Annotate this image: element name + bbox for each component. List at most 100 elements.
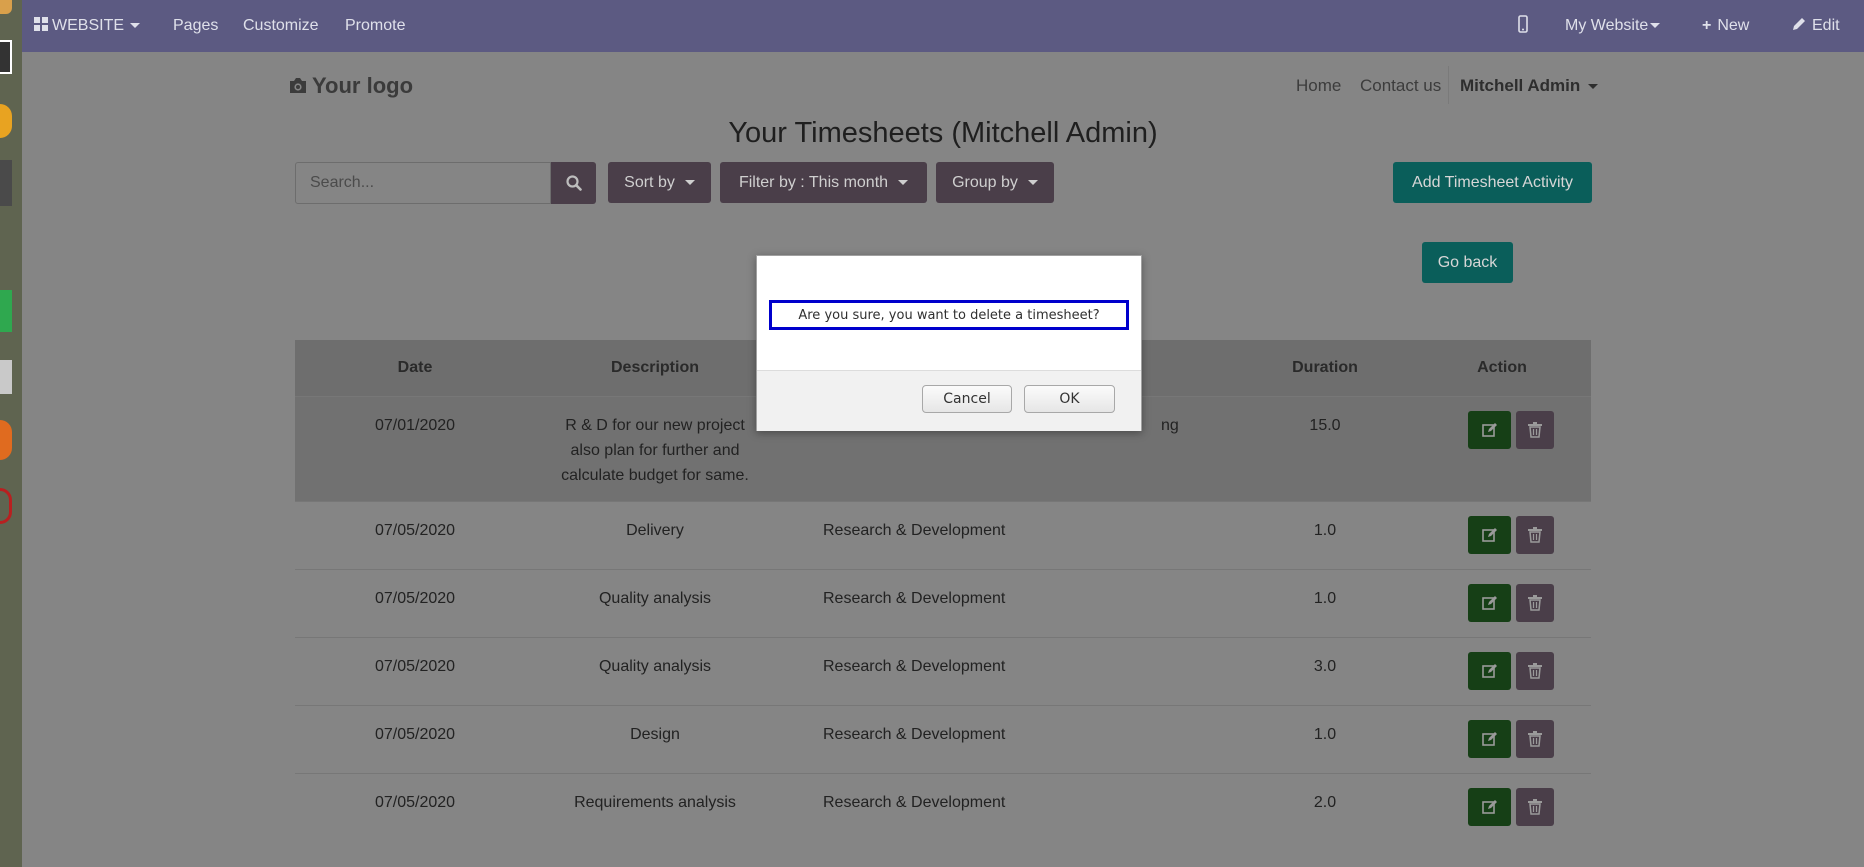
nav-home[interactable]: Home <box>1296 76 1341 96</box>
new-content-button[interactable]: + New <box>1702 17 1749 35</box>
launcher-app-icon[interactable] <box>0 160 12 206</box>
launcher-dock <box>0 0 22 867</box>
go-back-button[interactable]: Go back <box>1422 242 1513 283</box>
row-duration: 1.0 <box>1313 726 1337 743</box>
filter-by-dropdown[interactable]: Filter by : This month <box>720 162 927 203</box>
trash-icon <box>1528 527 1542 543</box>
mobile-phone-icon <box>1518 15 1528 33</box>
sort-by-dropdown[interactable]: Sort by <box>608 162 711 203</box>
launcher-app-icon[interactable] <box>0 420 12 460</box>
filter-by-label: Filter by : This month <box>738 173 889 191</box>
trash-icon <box>1528 595 1542 611</box>
edit-button[interactable] <box>1468 516 1511 554</box>
mobile-preview-button[interactable] <box>1518 15 1528 38</box>
search-button[interactable] <box>551 162 596 204</box>
edit-button[interactable] <box>1468 652 1511 690</box>
plus-icon: + <box>1702 17 1712 34</box>
header-action: Action <box>1477 359 1527 376</box>
edit-page-button[interactable]: Edit <box>1792 17 1840 35</box>
row-description: R & D for our new project also plan for … <box>515 413 795 488</box>
dialog-footer: Cancel OK <box>757 370 1141 431</box>
group-by-dropdown[interactable]: Group by <box>936 162 1054 203</box>
search-input[interactable]: Search... <box>295 162 551 204</box>
caret-down-icon <box>130 23 141 29</box>
caret-down-icon <box>1588 84 1599 90</box>
description-line: also plan for further and <box>570 442 740 459</box>
apps-grid-icon <box>34 17 48 31</box>
edit-button[interactable] <box>1468 720 1511 758</box>
group-by-label: Group by <box>952 173 1018 191</box>
edit-icon <box>1481 423 1497 437</box>
caret-down-icon <box>898 180 909 185</box>
ok-button[interactable]: OK <box>1024 385 1115 413</box>
row-description: Quality analysis <box>598 590 712 607</box>
cancel-button[interactable]: Cancel <box>922 385 1012 413</box>
delete-button[interactable] <box>1516 584 1554 622</box>
row-description: Design <box>630 726 680 743</box>
header-duration: Duration <box>1292 359 1358 376</box>
confirm-dialog: Are you sure, you want to delete a times… <box>756 255 1142 431</box>
site-logo[interactable]: Your logo <box>288 73 413 99</box>
table-row: 07/05/2020 Quality analysis Research & D… <box>295 569 1591 637</box>
website-menu-label: WEBSITE <box>52 17 125 34</box>
nav-divider <box>1448 66 1449 104</box>
edit-button[interactable] <box>1468 411 1511 449</box>
promote-menu[interactable]: Promote <box>345 17 405 35</box>
row-date: 07/05/2020 <box>374 590 456 607</box>
launcher-app-icon[interactable] <box>0 40 12 74</box>
caret-down-icon <box>1650 23 1661 29</box>
delete-button[interactable] <box>1516 516 1554 554</box>
table-row: 07/05/2020 Delivery Research & Developme… <box>295 501 1591 569</box>
table-row: 07/05/2020 Design Research & Development… <box>295 705 1591 773</box>
description-line: calculate budget for same. <box>561 467 749 484</box>
sort-by-label: Sort by <box>624 173 675 191</box>
header-description: Description <box>610 359 699 376</box>
delete-button[interactable] <box>1516 720 1554 758</box>
row-description: Requirements analysis <box>574 794 736 811</box>
launcher-app-icon[interactable] <box>0 488 12 524</box>
row-description: Delivery <box>626 522 684 539</box>
nav-contact-us[interactable]: Contact us <box>1360 76 1441 96</box>
row-project: Research & Development <box>823 522 1006 539</box>
edit-button[interactable] <box>1468 584 1511 622</box>
new-label: New <box>1717 17 1750 34</box>
website-editor-bar: WEBSITE Pages Customize Promote My Websi… <box>22 0 1864 52</box>
delete-button[interactable] <box>1516 788 1554 826</box>
edit-icon <box>1481 800 1497 814</box>
launcher-app-icon[interactable] <box>0 360 12 394</box>
my-website-menu[interactable]: My Website <box>1565 17 1661 35</box>
delete-button[interactable] <box>1516 411 1554 449</box>
trash-icon <box>1528 731 1542 747</box>
row-duration: 1.0 <box>1313 590 1337 607</box>
launcher-app-icon[interactable] <box>0 0 12 14</box>
row-project: Research & Development <box>823 658 1006 675</box>
launcher-app-icon[interactable] <box>0 104 12 138</box>
pages-menu[interactable]: Pages <box>173 17 218 35</box>
user-menu[interactable]: Mitchell Admin <box>1460 76 1599 96</box>
customize-menu[interactable]: Customize <box>243 17 319 35</box>
edit-button[interactable] <box>1468 788 1511 826</box>
edit-icon <box>1481 732 1497 746</box>
row-date: 07/05/2020 <box>374 522 456 539</box>
table-row: 07/05/2020 Requirements analysis Researc… <box>295 773 1591 841</box>
row-date: 07/01/2020 <box>374 417 456 434</box>
trash-icon <box>1528 799 1542 815</box>
row-date: 07/05/2020 <box>374 794 456 811</box>
delete-button[interactable] <box>1516 652 1554 690</box>
add-timesheet-activity-button[interactable]: Add Timesheet Activity <box>1393 162 1592 203</box>
page-title: Your Timesheets (Mitchell Admin) <box>728 117 1158 149</box>
launcher-app-icon[interactable] <box>0 290 12 332</box>
user-name: Mitchell Admin <box>1460 76 1581 95</box>
row-duration: 2.0 <box>1313 794 1337 811</box>
table-row: 07/05/2020 Quality analysis Research & D… <box>295 637 1591 705</box>
website-menu[interactable]: WEBSITE <box>34 17 141 35</box>
edit-icon <box>1481 528 1497 542</box>
confirm-message: Are you sure, you want to delete a times… <box>769 300 1129 330</box>
row-project: Research & Development <box>823 726 1006 743</box>
trash-icon <box>1528 663 1542 679</box>
row-duration: 15.0 <box>1309 417 1341 434</box>
description-line: R & D for our new project <box>565 417 745 434</box>
caret-down-icon <box>684 180 695 185</box>
my-website-label: My Website <box>1565 17 1649 34</box>
caret-down-icon <box>1027 180 1038 185</box>
